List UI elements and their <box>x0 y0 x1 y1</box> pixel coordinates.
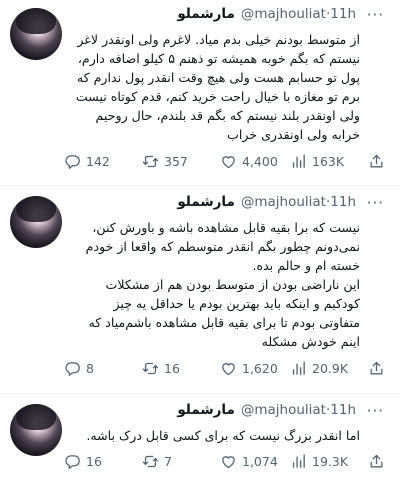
share-icon <box>368 360 385 377</box>
handle[interactable]: @majhouliat <box>241 402 326 418</box>
reply-count: 16 <box>86 453 102 469</box>
divider <box>0 185 400 186</box>
tweet-actions: 16 7 1,074 19.3K <box>64 451 390 471</box>
more-icon[interactable]: ··· <box>367 6 384 24</box>
views-icon <box>290 153 307 170</box>
views-icon <box>290 453 307 470</box>
retweet-count: 7 <box>164 453 172 469</box>
avatar[interactable] <box>10 8 62 60</box>
tweet-actions: 142 357 4,400 163K <box>64 151 390 171</box>
timestamp[interactable]: 11h <box>330 402 356 418</box>
retweet-button[interactable]: 16 <box>142 358 180 378</box>
tweet-text: از متوسط بودنم خیلی بدم میاد. لاغرم ولی … <box>75 32 360 142</box>
handle[interactable]: @majhouliat <box>241 6 326 22</box>
like-count: 1,074 <box>242 453 278 469</box>
tweet-actions: 8 16 1,620 20.9K <box>64 358 390 378</box>
avatar[interactable] <box>10 404 62 456</box>
like-button[interactable]: 4,400 <box>220 151 278 171</box>
views-count: 20.9K <box>312 360 349 376</box>
reply-icon <box>64 360 81 377</box>
share-icon <box>368 453 385 470</box>
display-name[interactable]: مارشملو <box>177 402 235 418</box>
views-button[interactable]: 163K <box>290 151 344 171</box>
retweet-icon <box>142 153 159 170</box>
handle[interactable]: @majhouliat <box>241 194 326 210</box>
share-button[interactable] <box>368 358 390 378</box>
like-button[interactable]: 1,074 <box>220 451 278 471</box>
tweet-header: مارشملو @majhouliat·11h <box>177 6 356 22</box>
like-button[interactable]: 1,620 <box>220 358 278 378</box>
avatar-hair <box>16 404 56 430</box>
tweet-paragraph: این ناراضی بودن از متوسط بودن هم از مشکل… <box>88 277 360 349</box>
tweet[interactable]: مارشملو @majhouliat·11h ··· نیست که برا ب… <box>0 188 400 388</box>
retweet-button[interactable]: 357 <box>142 151 188 171</box>
more-icon[interactable]: ··· <box>367 402 384 420</box>
timestamp[interactable]: 11h <box>330 6 356 22</box>
like-count: 4,400 <box>242 153 278 169</box>
share-button[interactable] <box>368 151 390 171</box>
reply-count: 142 <box>86 153 110 169</box>
display-name[interactable]: مارشملو <box>177 6 235 22</box>
tweet-text: نیست که برا بقیه قابل مشاهده باشه و باور… <box>70 218 360 351</box>
views-count: 19.3K <box>312 453 349 469</box>
retweet-icon <box>142 453 159 470</box>
heart-icon <box>220 453 237 470</box>
views-button[interactable]: 20.9K <box>290 358 348 378</box>
tweet[interactable]: مارشملو @majhouliat·11h ··· اما انقدر بزر… <box>0 396 400 486</box>
reply-button[interactable]: 8 <box>64 358 94 378</box>
retweet-count: 16 <box>164 360 180 376</box>
retweet-button[interactable]: 7 <box>142 451 172 471</box>
reply-button[interactable]: 16 <box>64 451 102 471</box>
reply-icon <box>64 153 81 170</box>
views-count: 163K <box>312 153 345 169</box>
reply-button[interactable]: 142 <box>64 151 110 171</box>
display-name[interactable]: مارشملو <box>177 194 235 210</box>
views-icon <box>290 360 307 377</box>
retweet-count: 357 <box>164 153 188 169</box>
retweet-icon <box>142 360 159 377</box>
heart-icon <box>220 153 237 170</box>
reply-icon <box>64 453 81 470</box>
tweet-header: مارشملو @majhouliat·11h <box>177 402 356 418</box>
tweet-paragraph: نیست که برا بقیه قابل مشاهده باشه و باور… <box>85 220 360 273</box>
like-count: 1,620 <box>242 360 278 376</box>
more-icon[interactable]: ··· <box>367 194 384 212</box>
views-button[interactable]: 19.3K <box>290 451 348 471</box>
share-button[interactable] <box>368 451 390 471</box>
reply-count: 8 <box>86 360 94 376</box>
timestamp[interactable]: 11h <box>330 194 356 210</box>
tweet-header: مارشملو @majhouliat·11h <box>177 194 356 210</box>
tweet-text: اما انقدر بزرگ نیست که برای کسی قابل درک… <box>86 428 360 443</box>
share-icon <box>368 153 385 170</box>
avatar[interactable] <box>10 196 62 248</box>
heart-icon <box>220 360 237 377</box>
avatar-hair <box>16 8 56 34</box>
tweet[interactable]: مارشملو @majhouliat·11h ··· از متوسط بودن… <box>0 0 400 192</box>
divider <box>0 393 400 394</box>
avatar-hair <box>16 196 56 222</box>
